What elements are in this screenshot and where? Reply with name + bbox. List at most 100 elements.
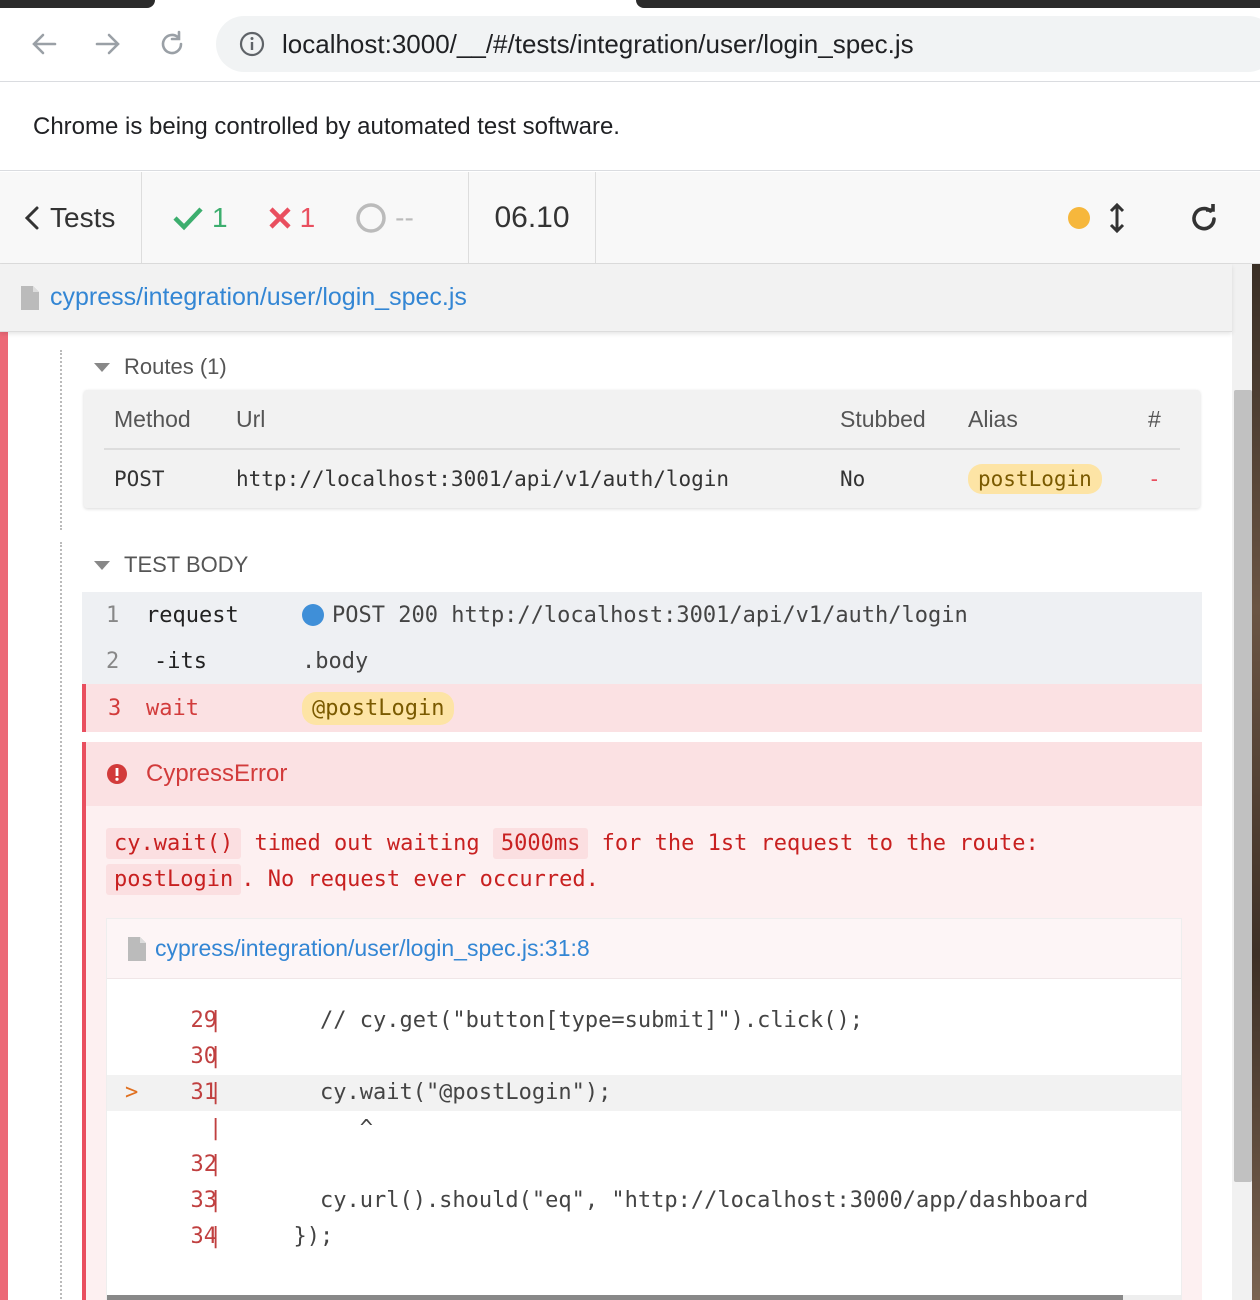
code-frame-scrollbar-thumb[interactable] bbox=[107, 1295, 1123, 1300]
tests-back-label: Tests bbox=[50, 202, 116, 233]
route-url: http://localhost:3001/api/v1/auth/login bbox=[236, 467, 730, 491]
error-header: CypressError bbox=[86, 742, 1202, 806]
code-line: 29 | // cy.get("button[type=submit]").cli… bbox=[107, 1003, 1181, 1039]
caret-down-icon bbox=[94, 560, 110, 570]
command-row-failed[interactable]: 3 wait @postLogin bbox=[82, 684, 1202, 732]
forward-button[interactable] bbox=[90, 26, 126, 62]
route-alias: postLogin bbox=[968, 450, 1102, 508]
request-status-dot-icon bbox=[302, 604, 324, 626]
info-icon[interactable] bbox=[238, 30, 266, 58]
routes-header[interactable]: Routes (1) bbox=[94, 354, 227, 380]
command-number: 3 bbox=[108, 695, 122, 721]
running-indicator-icon bbox=[1068, 207, 1090, 229]
col-url: Url bbox=[236, 405, 266, 432]
browser-tab-right[interactable] bbox=[636, 0, 1260, 8]
check-icon bbox=[173, 207, 203, 231]
failed-count: 1 bbox=[299, 202, 316, 233]
alias-badge: @postLogin bbox=[302, 691, 455, 725]
command-row[interactable]: 2 -its .body bbox=[82, 638, 1202, 684]
caret-down-icon bbox=[94, 362, 110, 372]
route-method: POST bbox=[114, 467, 165, 491]
passed-count: 1 bbox=[212, 202, 228, 233]
route-stubbed: No bbox=[840, 467, 866, 491]
command-message: POST 200 http://localhost:3001/api/v1/au… bbox=[302, 592, 968, 638]
runnable-content: Routes (1) Method Url Stubbed Alias # PO… bbox=[0, 332, 1232, 1300]
error-message: cy.wait() timed out waiting 5000ms for t… bbox=[106, 826, 1186, 898]
hook-line bbox=[60, 542, 62, 1300]
address-bar[interactable]: localhost:3000/__/#/tests/integration/us… bbox=[216, 16, 1260, 72]
routes-table: Method Url Stubbed Alias # POST http://l… bbox=[84, 390, 1200, 508]
alias-badge: postLogin bbox=[968, 464, 1102, 494]
code-line-highlighted: > 31 | cy.wait("@postLogin"); bbox=[107, 1075, 1181, 1111]
route-count: - bbox=[1148, 467, 1161, 491]
line-number: 31 bbox=[190, 1080, 218, 1105]
line-number: 30 bbox=[190, 1044, 218, 1069]
error-code-chip: 5000ms bbox=[492, 828, 589, 859]
back-button[interactable] bbox=[26, 26, 62, 62]
code-line: 30 | bbox=[107, 1039, 1181, 1075]
command-row[interactable]: 1 request POST 200 http://localhost:3001… bbox=[82, 592, 1202, 638]
browser-tab-left[interactable] bbox=[0, 0, 155, 8]
command-number: 1 bbox=[106, 602, 120, 628]
table-row[interactable]: POST http://localhost:3001/api/v1/auth/l… bbox=[104, 450, 1180, 508]
passed-stat[interactable]: 1 bbox=[172, 202, 228, 234]
error-text: timed out waiting bbox=[254, 831, 480, 856]
arrow-left-icon bbox=[32, 33, 57, 55]
col-alias: Alias bbox=[968, 405, 1018, 432]
line-source: cy.url().should("eq", "http://localhost:… bbox=[267, 1188, 1089, 1213]
stats-panel: 1 1 -- bbox=[142, 172, 469, 264]
command-message-text: POST 200 http://localhost:3001/api/v1/au… bbox=[332, 602, 968, 628]
error-code-chip: cy.wait() bbox=[106, 828, 242, 859]
code-frame: cypress/integration/user/login_spec.js:3… bbox=[106, 918, 1182, 1300]
expand-toggle-button[interactable] bbox=[1102, 198, 1132, 238]
command-message: .body bbox=[302, 648, 369, 674]
code-frame-path-link[interactable]: cypress/integration/user/login_spec.js:3… bbox=[155, 935, 590, 962]
col-count: # bbox=[1148, 405, 1161, 432]
error-text: . No request ever occurred. bbox=[241, 867, 599, 892]
failed-test-indicator bbox=[0, 332, 8, 1300]
pending-count: -- bbox=[395, 202, 414, 233]
test-body-header[interactable]: TEST BODY bbox=[94, 552, 248, 578]
code-line: 33 | cy.url().should("eq", "http://localh… bbox=[107, 1183, 1181, 1219]
arrows-vertical-icon bbox=[1109, 202, 1125, 234]
line-number: 29 bbox=[190, 1008, 218, 1033]
rerun-button[interactable] bbox=[1184, 198, 1224, 238]
routes-table-header: Method Url Stubbed Alias # bbox=[104, 390, 1180, 450]
line-source: cy.wait("@postLogin"); bbox=[267, 1080, 612, 1105]
browser-toolbar: localhost:3000/__/#/tests/integration/us… bbox=[0, 8, 1260, 82]
reporter-scrollbar-thumb[interactable] bbox=[1234, 390, 1252, 1182]
command-message: @postLogin bbox=[302, 684, 455, 732]
tests-back-button[interactable]: Tests bbox=[0, 172, 142, 264]
x-icon bbox=[268, 207, 291, 229]
pending-stat[interactable]: -- bbox=[355, 202, 414, 234]
line-source: // cy.get("button[type=submit]").click()… bbox=[267, 1008, 864, 1033]
test-body-title: TEST BODY bbox=[124, 552, 249, 577]
error-text: for the 1st request to the route: bbox=[601, 831, 1039, 856]
error-name: CypressError bbox=[146, 760, 288, 787]
automation-infobar: Chrome is being controlled by automated … bbox=[0, 83, 1260, 171]
error-icon bbox=[107, 764, 127, 784]
routes-title: Routes (1) bbox=[124, 354, 227, 379]
spec-path-link[interactable]: cypress/integration/user/login_spec.js bbox=[50, 283, 467, 312]
address-url[interactable]: localhost:3000/__/#/tests/integration/us… bbox=[282, 29, 914, 60]
line-number: 34 bbox=[190, 1224, 218, 1249]
reload-button[interactable] bbox=[154, 26, 190, 62]
command-name: -its bbox=[154, 648, 207, 674]
code-frame-header: cypress/integration/user/login_spec.js:3… bbox=[107, 919, 1181, 979]
col-stubbed: Stubbed bbox=[840, 405, 926, 432]
line-source: }); bbox=[267, 1224, 334, 1249]
reload-icon bbox=[161, 30, 183, 55]
line-number: 33 bbox=[190, 1188, 218, 1213]
line-number: 32 bbox=[190, 1152, 218, 1177]
automation-notice: Chrome is being controlled by automated … bbox=[33, 112, 620, 140]
failed-stat[interactable]: 1 bbox=[268, 202, 316, 234]
chevron-left-icon bbox=[24, 206, 39, 230]
error-panel: CypressError cy.wait() timed out waiting… bbox=[82, 742, 1202, 1300]
spec-path-bar: cypress/integration/user/login_spec.js bbox=[0, 264, 1232, 332]
hook-line bbox=[60, 350, 62, 530]
app-preview-edge bbox=[1252, 264, 1260, 1300]
duration: 06.10 bbox=[469, 172, 596, 264]
reporter-header: Tests 1 1 -- 06.10 bbox=[0, 172, 1260, 264]
refresh-icon bbox=[1192, 204, 1216, 231]
error-caret: ^ bbox=[267, 1116, 373, 1141]
